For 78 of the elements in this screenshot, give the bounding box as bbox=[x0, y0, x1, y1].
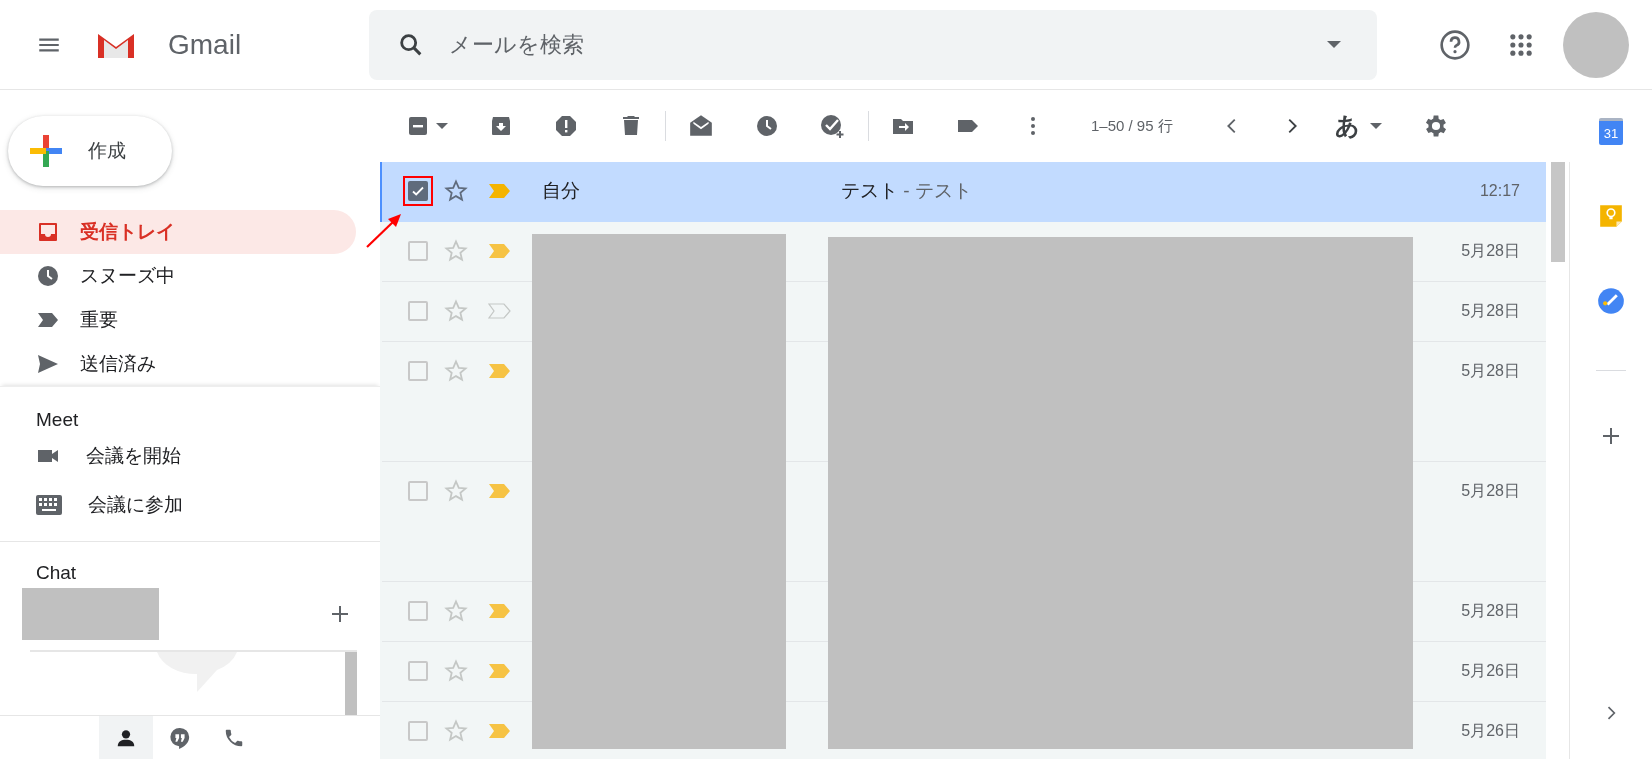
caret-icon[interactable] bbox=[1327, 41, 1342, 48]
email-row[interactable]: 5月28日 bbox=[380, 462, 1546, 582]
subject-text: テスト - テスト bbox=[841, 179, 972, 203]
send-icon bbox=[36, 352, 60, 376]
archive-icon[interactable] bbox=[489, 114, 513, 138]
spam-icon[interactable] bbox=[554, 114, 578, 138]
meet-item[interactable]: 会議を開始 bbox=[0, 431, 380, 480]
plus-icon[interactable] bbox=[1601, 426, 1621, 446]
email-row[interactable]: 5月26日 bbox=[380, 642, 1546, 702]
caret-icon[interactable] bbox=[1369, 123, 1382, 129]
scrollbar[interactable] bbox=[1550, 162, 1565, 262]
caret-icon[interactable] bbox=[436, 123, 448, 129]
nav-item[interactable]: スヌーズ中 bbox=[0, 254, 356, 298]
date-text: 5月28日 bbox=[1461, 360, 1520, 381]
keyboard-icon bbox=[36, 494, 62, 515]
star-icon[interactable] bbox=[444, 299, 468, 323]
email-row[interactable]: 5月28日 bbox=[380, 222, 1546, 282]
inbox-icon bbox=[36, 220, 60, 244]
importance-marker-icon[interactable] bbox=[488, 483, 512, 499]
date-text: 5月28日 bbox=[1461, 240, 1520, 261]
quote-bubble-icon[interactable] bbox=[169, 726, 191, 749]
meet-item[interactable]: 会議に参加 bbox=[0, 480, 380, 529]
checkmark-circle-icon[interactable] bbox=[1597, 287, 1625, 315]
email-row[interactable]: 5月26日 bbox=[380, 702, 1546, 759]
checkbox[interactable] bbox=[408, 721, 428, 741]
section-title: Chat bbox=[35, 562, 78, 584]
open-envelope-icon[interactable] bbox=[688, 113, 714, 139]
importance-marker-icon[interactable] bbox=[488, 663, 512, 679]
star-icon[interactable] bbox=[444, 479, 468, 503]
plus-icon bbox=[28, 133, 64, 169]
checkbox[interactable] bbox=[408, 481, 428, 501]
calendar-icon[interactable]: 31 bbox=[1599, 118, 1623, 145]
checkbox[interactable] bbox=[408, 601, 428, 621]
app-name: Gmail bbox=[168, 28, 242, 61]
nav-item[interactable]: 重要 bbox=[0, 298, 356, 342]
clock-icon bbox=[36, 264, 60, 288]
star-icon[interactable] bbox=[444, 719, 468, 743]
email-row[interactable]: 5月28日 bbox=[380, 342, 1546, 462]
star-icon[interactable] bbox=[444, 359, 468, 383]
scrollbar[interactable] bbox=[345, 652, 357, 715]
nav-item[interactable]: 送信済み bbox=[0, 342, 356, 386]
email-row[interactable]: 5月28日 bbox=[380, 282, 1546, 342]
star-icon[interactable] bbox=[444, 239, 468, 263]
date-text: 5月28日 bbox=[1461, 480, 1520, 501]
compose-button[interactable]: 作成 bbox=[8, 116, 172, 186]
checkbox[interactable] bbox=[408, 241, 428, 261]
input-tool-button[interactable]: あ bbox=[1334, 110, 1382, 142]
importance-marker-icon[interactable] bbox=[488, 723, 512, 739]
select-all-checkbox-icon[interactable] bbox=[406, 114, 430, 138]
date-text: 5月26日 bbox=[1461, 720, 1520, 741]
checkbox[interactable] bbox=[408, 361, 428, 381]
nav-item[interactable]: 受信トレイ bbox=[0, 210, 356, 254]
importance-marker-icon[interactable] bbox=[488, 243, 512, 259]
date-text: 5月28日 bbox=[1461, 600, 1520, 621]
email-row[interactable]: 5月28日 bbox=[380, 582, 1546, 642]
importance-marker-icon[interactable] bbox=[488, 183, 512, 199]
chat-tab[interactable] bbox=[99, 716, 153, 759]
date-text: 5月28日 bbox=[1461, 300, 1520, 321]
plus-icon[interactable] bbox=[330, 604, 350, 624]
checkbox[interactable] bbox=[408, 661, 428, 681]
pagination-text: 1–50 / 95 行 bbox=[1091, 116, 1173, 136]
add-task-icon[interactable] bbox=[820, 113, 846, 139]
star-icon[interactable] bbox=[444, 659, 468, 683]
importance-marker-icon[interactable] bbox=[488, 603, 512, 619]
clock-icon[interactable] bbox=[755, 114, 779, 138]
importance-marker-icon[interactable] bbox=[488, 303, 512, 319]
section-title: Meet bbox=[35, 409, 80, 431]
star-icon[interactable] bbox=[444, 599, 468, 623]
email-row[interactable]: 自分 テスト - テスト 12:17 bbox=[380, 162, 1546, 222]
importance-marker-icon[interactable] bbox=[488, 363, 512, 379]
date-text: 12:17 bbox=[1479, 182, 1520, 200]
search-bar[interactable]: メールを検索 bbox=[369, 9, 1378, 80]
date-text: 5月26日 bbox=[1461, 660, 1520, 681]
sender-name: 自分 bbox=[542, 179, 580, 203]
checkbox[interactable] bbox=[408, 301, 428, 321]
star-icon[interactable] bbox=[444, 179, 468, 203]
help-icon[interactable] bbox=[1439, 28, 1472, 61]
search-field[interactable]: メールを検索 bbox=[447, 30, 1328, 59]
